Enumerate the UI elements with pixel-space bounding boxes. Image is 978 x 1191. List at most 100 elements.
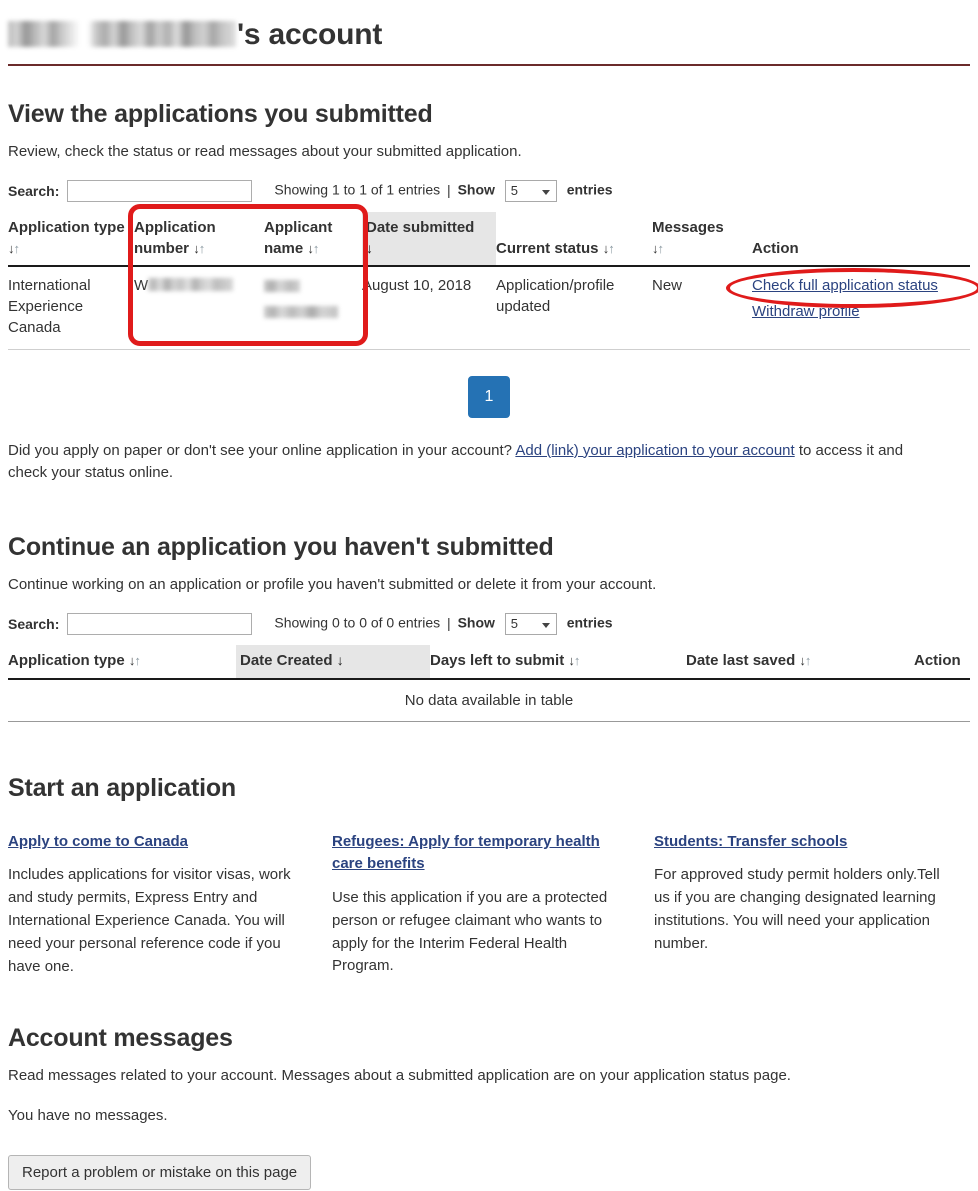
- sort-both-icon: ↓↑: [652, 240, 664, 256]
- col-date-created[interactable]: Date Created ↓: [236, 645, 430, 680]
- continue-show-label: Show: [457, 615, 495, 632]
- chevron-down-icon: [541, 190, 550, 196]
- cell-date-submitted: August 10, 2018: [362, 265, 496, 350]
- submitted-description: Review, check the status or read message…: [8, 142, 522, 160]
- col-applicant-name[interactable]: Applicant name ↓↑: [264, 212, 362, 267]
- application-number-prefix: W: [134, 276, 149, 294]
- submitted-table-controls: Search: Showing 1 to 1 of 1 entries | Sh…: [8, 180, 970, 203]
- col-application-type[interactable]: Application type ↓↑: [8, 212, 134, 267]
- continue-applications-table: Application type ↓↑ Date Created ↓ Days …: [8, 645, 970, 722]
- students-transfer-schools-body: For approved study permit holders only.T…: [654, 866, 940, 952]
- messages-heading: Account messages: [8, 1024, 233, 1053]
- cell-application-type: International Experience Canada: [8, 265, 134, 350]
- title-divider: [8, 63, 970, 66]
- redacted-first-name: [264, 279, 300, 292]
- sort-both-icon: ↓↑: [568, 653, 580, 669]
- start-card-students-transfer-schools: Students: Transfer schools For approved …: [654, 831, 954, 978]
- sort-both-icon: ↓↑: [128, 653, 141, 669]
- refugees-health-benefits-body: Use this application if you are a protec…: [332, 888, 608, 975]
- apply-to-come-to-canada-body: Includes applications for visitor visas,…: [8, 866, 291, 975]
- redacted-application-number: [148, 278, 234, 292]
- submitted-entries-value: 5: [510, 183, 519, 199]
- continue-search-label: Search:: [8, 616, 60, 633]
- pagination-page-1[interactable]: 1: [468, 375, 510, 418]
- account-page: 's account View the applications you sub…: [0, 0, 978, 1190]
- submitted-entries-label: entries: [566, 181, 613, 198]
- col-messages-label: Messages: [652, 219, 724, 237]
- messages-description: Read messages related to your account. M…: [8, 1067, 791, 1085]
- apply-to-come-to-canada-link[interactable]: Apply to come to Canada: [8, 833, 188, 850]
- report-problem-button[interactable]: Report a problem or mistake on this page: [8, 1154, 312, 1190]
- sort-desc-icon: ↓: [366, 239, 373, 256]
- table-row: International Experience Canada W August…: [8, 265, 970, 350]
- start-card-refugees-health-benefits: Refugees: Apply for temporary health car…: [332, 831, 630, 978]
- col-days-left-label: Days left to submit: [430, 652, 565, 670]
- note-text-before: Did you apply on paper or don't see your…: [8, 441, 513, 459]
- col-date-created-label: Date Created: [240, 652, 333, 670]
- empty-table-message: No data available in table: [8, 678, 970, 722]
- continue-heading: Continue an application you haven't subm…: [8, 532, 554, 561]
- submitted-search-label: Search:: [8, 183, 60, 200]
- withdraw-profile-link[interactable]: Withdraw profile: [752, 301, 962, 322]
- col-action: Action: [752, 212, 970, 267]
- chevron-down-icon: [541, 623, 550, 629]
- col-days-left[interactable]: Days left to submit ↓↑: [430, 645, 686, 680]
- col-applicant-name-label: Applicant name: [264, 219, 333, 257]
- students-transfer-schools-link[interactable]: Students: Transfer schools: [654, 833, 847, 850]
- sort-both-icon: ↓↑: [799, 653, 811, 669]
- add-link-application-link[interactable]: Add (link) your application to your acco…: [515, 442, 794, 459]
- col-action-label: Action: [914, 652, 961, 670]
- continue-entries-label: entries: [566, 615, 613, 632]
- col-application-type-label: Application type: [8, 219, 125, 237]
- sort-desc-icon: ↓: [336, 652, 344, 669]
- submitted-show-label: Show: [457, 181, 495, 198]
- cell-action: Check full application status Withdraw p…: [752, 265, 970, 350]
- start-card-apply-to-come-to-canada: Apply to come to Canada Includes applica…: [8, 831, 308, 978]
- refugees-health-benefits-link[interactable]: Refugees: Apply for temporary health car…: [332, 833, 600, 873]
- continue-entries-value: 5: [510, 616, 519, 632]
- sort-both-icon: ↓↑: [602, 240, 615, 256]
- check-full-application-status-link[interactable]: Check full application status: [752, 275, 962, 296]
- col-date-last-saved[interactable]: Date last saved ↓↑: [686, 645, 914, 680]
- submitted-search-input[interactable]: [67, 180, 253, 203]
- messages-empty-text: You have no messages.: [8, 1107, 168, 1125]
- submitted-applications-table: Application type ↓↑ Application number ↓…: [8, 212, 970, 350]
- submitted-entries-select[interactable]: 5: [504, 180, 557, 203]
- submitted-pagination: 1: [8, 375, 970, 418]
- continue-entries-info: Showing 0 to 0 of 0 entries: [274, 615, 441, 632]
- col-application-type[interactable]: Application type ↓↑: [8, 645, 236, 680]
- submitted-info-separator: |: [447, 181, 451, 198]
- page-title: 's account: [8, 0, 970, 54]
- col-application-number[interactable]: Application number ↓↑: [134, 212, 264, 267]
- continue-table-info: Showing 0 to 0 of 0 entries | Show 5 ent…: [274, 613, 613, 636]
- continue-search-input[interactable]: [67, 613, 253, 636]
- start-application-cards: Apply to come to Canada Includes applica…: [8, 831, 970, 978]
- cell-applicant-name: [264, 265, 362, 350]
- submitted-heading: View the applications you submitted: [8, 99, 433, 128]
- col-date-submitted[interactable]: Date submitted ↓: [362, 212, 496, 267]
- cell-application-number: W: [134, 265, 264, 350]
- continue-entries-select[interactable]: 5: [504, 613, 557, 636]
- submitted-table-info: Showing 1 to 1 of 1 entries | Show 5 ent…: [274, 180, 613, 203]
- start-heading: Start an application: [8, 773, 236, 802]
- sort-both-icon: ↓↑: [193, 240, 205, 256]
- submitted-entries-info: Showing 1 to 1 of 1 entries: [274, 181, 441, 198]
- sort-both-icon: ↓↑: [307, 240, 319, 256]
- table-header-row: Application type ↓↑ Application number ↓…: [8, 212, 970, 267]
- table-header-row: Application type ↓↑ Date Created ↓ Days …: [8, 645, 970, 680]
- sort-both-icon: ↓↑: [8, 240, 20, 256]
- continue-info-separator: |: [447, 615, 451, 632]
- col-date-last-saved-label: Date last saved: [686, 652, 796, 670]
- continue-description: Continue working on an application or pr…: [8, 575, 657, 593]
- redacted-name-block: [8, 21, 236, 47]
- col-current-status[interactable]: Current status ↓↑: [496, 212, 652, 267]
- col-date-submitted-label: Date submitted: [366, 219, 475, 237]
- redacted-last-name: [264, 306, 338, 319]
- col-current-status-label: Current status: [496, 239, 599, 257]
- table-empty-row: No data available in table: [8, 678, 970, 722]
- col-messages[interactable]: Messages ↓↑: [652, 212, 752, 267]
- continue-table-controls: Search: Showing 0 to 0 of 0 entries | Sh…: [8, 613, 970, 636]
- col-action: Action: [914, 645, 970, 680]
- cell-current-status: Application/profile updated: [496, 265, 652, 350]
- col-application-type-label: Application type: [8, 652, 125, 670]
